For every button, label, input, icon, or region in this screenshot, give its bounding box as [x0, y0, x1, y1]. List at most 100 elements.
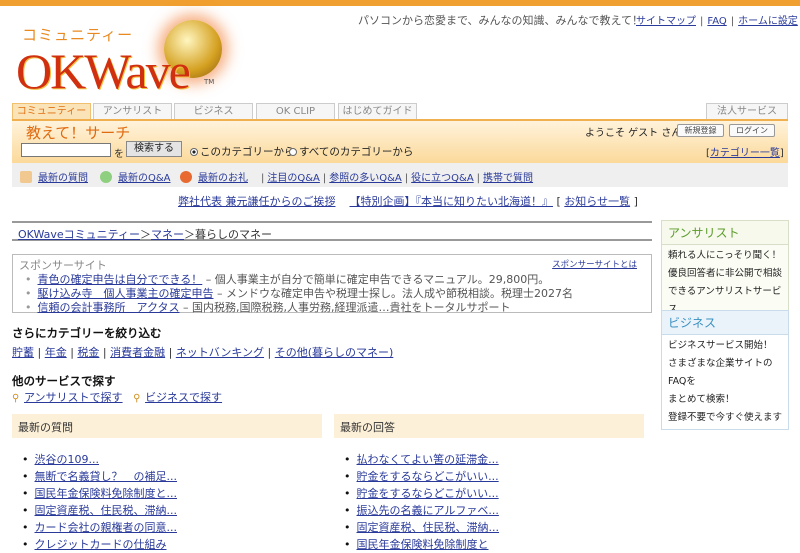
nav-latest-question[interactable]: 最新の質問 [20, 169, 88, 184]
sponsor-link[interactable]: 青色の確定申告は自分でできる！ [38, 273, 203, 286]
notice-special-link[interactable]: 【特別企画】『本当に知りたい北海道！』 [350, 195, 554, 208]
nav-useful-qa[interactable]: 役に立つQ&A [411, 173, 474, 184]
latest-questions-list: 渋谷の109... 無断で名義貸し？ の補足... 国民年金保険料免除制度と..… [22, 451, 178, 553]
category-list-link[interactable]: カテゴリー一覧 [710, 148, 780, 159]
subcat-other[interactable]: その他(暮らしのマネー) [275, 346, 394, 359]
question-link[interactable]: 固定資産税、住民税、滞納... [35, 504, 178, 517]
promo-line: ビジネスサービス開始！ [668, 340, 773, 351]
breadcrumb-money[interactable]: マネー [151, 228, 184, 241]
promo-line: さまざまな企業サイトのFAQを [668, 358, 773, 387]
subcat-pension[interactable]: 年金 [45, 346, 67, 359]
subcat-tax[interactable]: 税金 [77, 346, 99, 359]
answer-link[interactable]: 振込先の名義にアルファベ... [357, 504, 499, 517]
radio-this-category[interactable]: このカテゴリーから [190, 144, 295, 159]
subcategory-links: 貯蓄 | 年金 | 税金 | 消費者金融 | ネットバンキング | その他(暮ら… [12, 346, 394, 359]
bracket: ] [633, 195, 638, 208]
logo-tm: TM [204, 78, 215, 86]
breadcrumb: OKWaveコミュニティー＞マネー＞暮らしのマネー [12, 221, 652, 241]
question-link[interactable]: 渋谷の109... [35, 453, 100, 466]
question-link[interactable]: 無断で名義貸し？ の補足... [35, 470, 178, 483]
answer-link[interactable]: 固定資産税、住民税、滞納... [357, 521, 500, 534]
tab-community[interactable]: コミュニティー [12, 103, 91, 119]
service-links: ⚲ アンサリストで探す ⚲ ビジネスで探す [12, 389, 222, 405]
answer-link[interactable]: 払わなくてよい筈の延滞金... [357, 453, 499, 466]
login-button[interactable]: ログイン [729, 124, 775, 137]
tab-business[interactable]: ビジネス [174, 103, 253, 119]
answerist-promo-title: アンサリスト [662, 221, 788, 245]
nav-link[interactable]: 最新のお礼 [198, 173, 248, 184]
search-wo-label: を [114, 149, 124, 160]
promo-line: まとめて検索！ [668, 394, 735, 405]
heart-icon [180, 171, 192, 183]
search-input[interactable] [21, 143, 111, 157]
notice-all-link[interactable]: お知らせ一覧 [564, 195, 630, 208]
search-answerist-link[interactable]: アンサリストで探す [24, 391, 123, 404]
list-item: 貯金をするならどこがいい... [344, 485, 499, 502]
sponsor-what-link[interactable]: スポンサーサイトとは [552, 258, 637, 270]
breadcrumb-current: 暮らしのマネー [195, 228, 273, 241]
question-link[interactable]: カード会社の親権者の同意... [35, 521, 178, 534]
search-business-link[interactable]: ビジネスで探す [145, 391, 222, 404]
tab-answerist[interactable]: アンサリスト [93, 103, 172, 119]
sponsor-item: 青色の確定申告は自分でできる！ – 個人事業主が自分で簡単に確定申告できるマニュ… [25, 273, 645, 287]
nav-featured-qa[interactable]: 注目のQ&A [267, 173, 320, 184]
business-promo[interactable]: ビジネス ビジネスサービス開始！ さまざまな企業サイトのFAQを まとめて検索！… [661, 310, 789, 430]
list-item: 払わなくてよい筈の延滞金... [344, 451, 499, 468]
breadcrumb-community[interactable]: OKWaveコミュニティー [18, 228, 140, 241]
list-item: クレジットカードの仕組み [22, 536, 177, 553]
answer-link[interactable]: 国民年金保険料免除制度と [357, 538, 489, 551]
answerist-promo[interactable]: アンサリスト 頼れる人にこっそり聞く！ 優良回答者に非公開で相談 できるアンサリ… [661, 220, 789, 322]
radio-all-categories[interactable]: すべてのカテゴリーから [289, 144, 413, 159]
answer-link[interactable]: 貯金をするならどこがいい... [357, 470, 499, 483]
radio-checked-icon [190, 148, 198, 156]
tab-corporate[interactable]: 法人サービス [706, 103, 788, 119]
sitemap-link[interactable]: サイトマップ [636, 16, 696, 27]
list-item: 渋谷の109... [22, 451, 177, 468]
list-item: 無断で名義貸し？ の補足... [22, 468, 178, 485]
nav-latest-qa[interactable]: 最新のQ&A [100, 169, 171, 184]
services-heading: 他のサービスで探す [12, 374, 116, 388]
sponsor-link[interactable]: 信頼の会計事務所 アクタス [38, 301, 180, 314]
latest-answers-list: 払わなくてよい筈の延滞金... 貯金をするならどこがいい... 貯金をするならど… [344, 451, 500, 553]
top-links: サイトマップ | FAQ | ホームに設定 [636, 16, 798, 27]
sponsor-title: スポンサーサイト [19, 259, 107, 272]
sponsor-desc: – 国内税務,国際税務,人事労務,経理派遣…貴社をトータルサポート [179, 301, 511, 314]
promo-line: 優良回答者に非公開で相談 [668, 268, 783, 279]
radio-unchecked-icon [289, 148, 297, 156]
radio-label: すべてのカテゴリーから [299, 146, 414, 158]
notice-greeting-link[interactable]: 弊社代表 兼元謙任からのご挨拶 [178, 195, 336, 208]
promo-line: 頼れる人にこっそり聞く！ [668, 250, 782, 261]
register-button[interactable]: 新規登録 [677, 124, 724, 137]
list-item: 固定資産税、住民税、滞納... [22, 502, 178, 519]
breadcrumb-sep: ＞ [184, 228, 196, 241]
tab-ok-clip[interactable]: OK CLIP [256, 103, 335, 119]
sponsor-box: スポンサーサイト スポンサーサイトとは 青色の確定申告は自分でできる！ – 個人… [12, 254, 652, 314]
key-icon: ⚲ [12, 393, 20, 404]
answer-link[interactable]: 貯金をするならどこがいい... [357, 487, 499, 500]
key-icon: ⚲ [133, 393, 141, 404]
okwave-logo[interactable]: コミュニティー OKWave TM [14, 14, 244, 104]
nav-link[interactable]: 最新の質問 [38, 173, 88, 184]
set-home-link[interactable]: ホームに設定 [738, 16, 798, 27]
logo-main: OKWave [16, 43, 191, 99]
list-item: 国民年金保険料免除制度と [344, 536, 499, 553]
subcat-consumer-finance[interactable]: 消費者金融 [110, 346, 165, 359]
nav-mobile-question[interactable]: 携帯で質問 [483, 173, 533, 184]
welcome-text: ようこそ ゲスト さん [585, 128, 682, 139]
tab-guide[interactable]: はじめてガイド [338, 103, 417, 119]
radio-label: このカテゴリーから [200, 146, 295, 158]
search-button[interactable]: 検索する [126, 141, 182, 157]
notice-bar: 弊社代表 兼元謙任からのご挨拶 【特別企画】『本当に知りたい北海道！』 [ お知… [178, 193, 638, 209]
question-link[interactable]: 国民年金保険料免除制度と... [35, 487, 178, 500]
faq-link[interactable]: FAQ [707, 16, 726, 27]
question-link[interactable]: クレジットカードの仕組み [35, 538, 167, 551]
nav-most-viewed-qa[interactable]: 参照の多いQ&A [329, 173, 402, 184]
subcat-savings[interactable]: 貯蓄 [12, 346, 34, 359]
subcat-net-banking[interactable]: ネットバンキング [176, 346, 264, 359]
sponsor-link[interactable]: 駆け込み寺 個人事業主の確定申告 [38, 287, 214, 300]
nav-link[interactable]: 最新のQ&A [118, 173, 171, 184]
category-list-link-wrap: [カテゴリー一覧] [706, 144, 784, 159]
list-item: 貯金をするならどこがいい... [344, 468, 499, 485]
nav-latest-thanks[interactable]: 最新のお礼 [180, 169, 248, 184]
latest-answers-header: 最新の回答 [334, 414, 644, 438]
